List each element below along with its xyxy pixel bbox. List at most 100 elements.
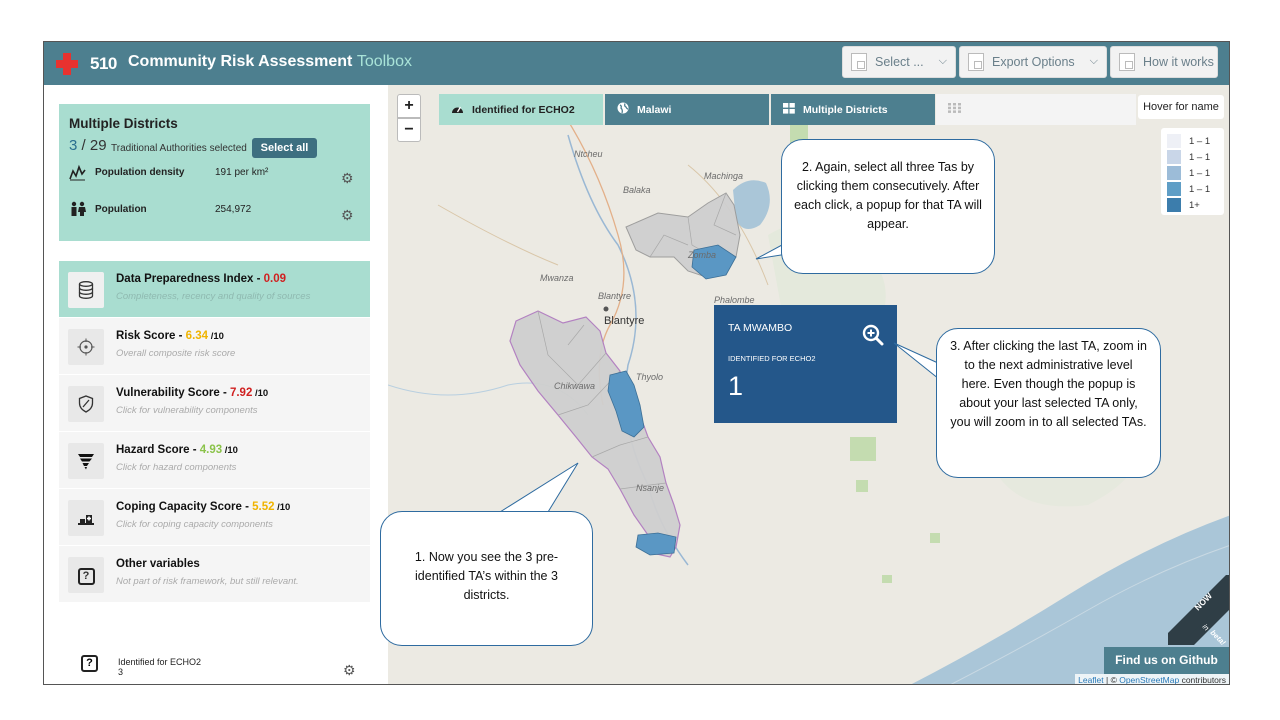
data-preparedness-row[interactable]: Data Preparedness Index - 0.09 Completen… [59,261,370,318]
zoom-in-magnifier-icon[interactable] [862,324,884,346]
district-card: Multiple Districts 3 / 29 Traditional Au… [59,104,370,241]
select-all-button[interactable]: Select all [252,138,317,158]
database-icon [68,272,104,308]
vulnerability-score-title: Vulnerability Score - 7.92 /10 [116,387,268,399]
other-variables-row[interactable]: ? Other variables Not part of risk frame… [59,546,370,603]
document-icon [968,53,984,71]
callout-step-1: 1. Now you see the 3 pre-identified TA’s… [380,511,593,646]
population-value: 254,972 [215,204,252,215]
tornado-icon [68,443,104,479]
question-icon: ? [81,655,98,672]
zoom-out-button[interactable]: − [397,118,421,142]
hazard-score-row[interactable]: Hazard Score - 4.93 /10 Click for hazard… [59,432,370,489]
score-value: 5.52 [252,501,275,513]
dashboard-gauge-icon [451,103,464,117]
population-density-value: 191 per km² [215,167,269,178]
map-label-ntcheu: Ntcheu [574,149,603,159]
map-label-blantyre: Blantyre [604,315,645,327]
map-attribution: Leaflet | © OpenStreetMap contributors [1075,674,1229,685]
ta-count: 3 / 29 [69,137,107,154]
tab-multiple-districts[interactable]: Multiple Districts [771,94,935,125]
hazard-score-title: Hazard Score - 4.93 /10 [116,444,238,456]
score-suffix: /10 [252,388,269,399]
legend-label: 1+ [1189,199,1200,211]
ta-total-count: 29 [89,137,107,154]
tab-label: Identified for ECHO2 [472,103,575,116]
score-label: Vulnerability Score - [116,387,230,399]
callout-step-3: 3. After clicking the last TA, zoom in t… [936,328,1161,478]
legend-item: 1 – 1 [1167,165,1218,181]
select-label: Select ... [875,55,924,69]
map-label-nsanje: Nsanje [636,483,665,493]
score-value: 0.09 [263,273,287,285]
how-it-works-button[interactable]: How it works [1110,46,1218,78]
score-description: Not part of risk framework, but still re… [116,576,299,587]
attribution-suffix: contributors [1179,675,1226,685]
question-icon: ? [68,557,104,593]
leaflet-link[interactable]: Leaflet [1078,675,1104,684]
map-label-blantyre-small: Blantyre [598,291,632,301]
map-legend: 1 – 1 1 – 1 1 – 1 1 – 1 1+ [1161,128,1224,215]
popup-ta-name: TA MWAMBO [728,322,793,334]
legend-item: 1 – 1 [1167,181,1218,197]
apps-grid-icon [948,102,961,116]
red-cross-logo-icon [56,53,78,75]
gear-icon[interactable]: ⚙ [343,662,356,679]
risk-score-row[interactable]: Risk Score - 6.34 /10 Overall composite … [59,318,370,375]
chevron-down-icon: ⌵ [1089,55,1098,67]
score-description: Click for hazard components [116,462,237,473]
echo2-value: 3 [118,667,124,677]
legend-label: 1 – 1 [1189,167,1211,179]
legend-label: 1 – 1 [1189,183,1211,195]
legend-item: 1+ [1167,197,1218,213]
osm-link[interactable]: OpenStreetMap [1119,675,1179,684]
score-description: Overall composite risk score [116,348,236,359]
risk-score-title: Risk Score - 6.34 /10 [116,330,224,342]
legend-swatch [1167,150,1181,164]
ta-selected-label: Traditional Authorities selected [111,143,247,154]
popup-value: 1 [728,371,744,401]
legend-swatch [1167,134,1181,148]
score-suffix: /10 [222,445,238,456]
export-label: Export Options [992,55,1075,69]
zoom-in-button[interactable]: + [397,94,421,118]
select-dropdown-button[interactable]: Select ... ⌵ [842,46,956,78]
github-link-button[interactable]: Find us on Github [1104,647,1229,674]
tab-malawi[interactable]: Malawi [605,94,769,125]
echo2-label: Identified for ECHO2 [118,657,202,667]
map-label-balaka: Balaka [623,185,651,195]
target-icon [68,329,104,365]
coping-capacity-row[interactable]: Coping Capacity Score - 5.52 /10 Click f… [59,489,370,546]
population-density-row: Population density 191 per km² ⚙ [69,164,364,186]
gear-icon[interactable]: ⚙ [341,207,354,224]
score-description: Click for coping capacity components [116,519,273,530]
vulnerability-score-row[interactable]: Vulnerability Score - 7.92 /10 Click for… [59,375,370,432]
population-density-label: Population density [95,167,185,178]
legend-swatch [1167,166,1181,180]
score-suffix: /10 [274,502,291,513]
coping-capacity-title: Coping Capacity Score - 5.52 /10 [116,501,290,513]
top-header: 510 Community Risk Assessment Toolbox Se… [44,42,1229,85]
score-suffix: /10 [208,331,224,342]
tab-sub-level[interactable] [936,94,1136,125]
legend-item: 1 – 1 [1167,133,1218,149]
now-in-beta-ribbon: NOW in beta! [1168,575,1229,645]
tab-identified-echo2[interactable]: Identified for ECHO2 [439,94,603,125]
legend-item: 1 – 1 [1167,149,1218,165]
score-value: 4.93 [199,444,223,456]
people-icon [69,201,87,220]
map-label-thyolo: Thyolo [636,372,664,382]
ta-count-separator: / [77,137,90,154]
echo2-variable-row[interactable]: ? Identified for ECHO2 3 ⚙ [59,640,370,684]
district-title: Multiple Districts [69,116,178,131]
score-description: Completeness, recency and quality of sou… [116,291,311,302]
callout-step-2: 2. Again, select all three Tas by clicki… [781,139,995,274]
score-value: 7.92 [229,387,253,399]
map-label-chikwawa: Chikwawa [554,381,596,391]
gear-icon[interactable]: ⚙ [341,170,354,187]
hover-info-box: Hover for name [1138,95,1224,119]
attribution-separator: | © [1103,675,1120,685]
export-options-button[interactable]: Export Options ⌵ [959,46,1107,78]
map-label-machinga: Machinga [704,171,744,181]
chevron-down-icon: ⌵ [938,55,947,67]
